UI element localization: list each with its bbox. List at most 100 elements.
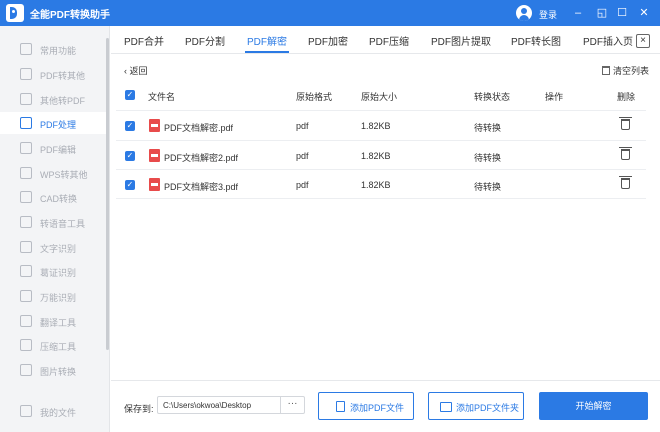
sidebar-item-translate[interactable]: 翻译工具 [0, 310, 106, 332]
close-button[interactable]: ✕ [636, 5, 652, 21]
row-checkbox[interactable]: ✓ [125, 151, 135, 161]
table-row[interactable]: ✓ PDF文档解密3.pdf pdf 1.82KB 待转换 [116, 169, 646, 199]
file-size: 1.82KB [361, 121, 391, 131]
sidebar: 常用功能 PDF转其他 其他转PDF PDF处理 PDF编辑 WPS转其他 CA… [0, 26, 110, 432]
file-status: 待转换 [474, 153, 502, 163]
app-logo-icon [6, 4, 24, 22]
restore-button[interactable]: ◱ [594, 5, 610, 21]
active-tab-indicator [245, 51, 289, 53]
file-format: pdf [296, 180, 309, 190]
sidebar-item-pdf-edit[interactable]: PDF编辑 [0, 137, 106, 159]
sidebar-item-ocr[interactable]: 文字识别 [0, 236, 106, 258]
trash-icon [602, 66, 610, 75]
sidebar-item-wps[interactable]: WPS转其他 [0, 162, 106, 184]
folder-icon [440, 402, 452, 412]
file-name: PDF文档解密3.pdf [164, 182, 239, 192]
start-decrypt-button[interactable]: 开始解密 [539, 392, 648, 420]
column-header-status: 转换状态 [474, 92, 511, 102]
sidebar-item-pdf-to-other[interactable]: PDF转其他 [0, 63, 106, 85]
text-recognition-icon [20, 241, 32, 253]
tab-pdf-merge[interactable]: PDF合并 [124, 33, 164, 48]
add-file-icon [336, 401, 345, 412]
column-header-size: 原始大小 [361, 92, 398, 102]
sidebar-item-label: 转语音工具 [40, 219, 86, 229]
column-header-format: 原始格式 [296, 92, 333, 102]
sidebar-item-label: CAD转换 [40, 194, 78, 204]
sidebar-item-label: 文字识别 [40, 244, 77, 254]
tab-pdf-to-long-image[interactable]: PDF转长图 [511, 33, 561, 48]
star-icon [20, 43, 32, 55]
delete-icon[interactable] [619, 117, 632, 130]
file-size: 1.82KB [361, 151, 391, 161]
title-bar: 全能PDF转换助手 登录 – ◱ ☐ ✕ [0, 0, 660, 26]
app-title: 全能PDF转换助手 [30, 10, 110, 21]
back-label: 返回 [129, 66, 148, 76]
file-name: PDF文档解密2.pdf [164, 153, 239, 163]
minimize-button[interactable]: – [570, 5, 586, 21]
sidebar-item-label: 我的文件 [40, 408, 77, 418]
pdf-file-icon [149, 119, 160, 132]
file-format: pdf [296, 121, 309, 131]
delete-icon[interactable] [619, 176, 632, 189]
pdf-process-icon [20, 117, 32, 129]
convert-icon [20, 68, 32, 80]
cad-icon [20, 191, 32, 203]
voice-icon [20, 216, 32, 228]
scan-icon [20, 290, 32, 302]
sidebar-item-label: 万能识别 [40, 293, 77, 303]
save-path-field[interactable]: C:\Users\okwoa\Desktop ··· [157, 396, 305, 414]
browse-button[interactable]: ··· [280, 397, 304, 413]
compress-icon [20, 339, 32, 351]
back-button[interactable]: ‹ 返回 [124, 64, 148, 77]
tab-pdf-split[interactable]: PDF分割 [185, 33, 225, 48]
clear-list-button[interactable]: 清空列表 [602, 64, 649, 77]
sidebar-item-label: 压缩工具 [40, 342, 77, 352]
sidebar-item-common[interactable]: 常用功能 [0, 38, 106, 60]
file-format: pdf [296, 151, 309, 161]
sidebar-item-compress[interactable]: 压缩工具 [0, 334, 106, 356]
tab-close-button[interactable]: × [636, 34, 650, 48]
tab-pdf-encrypt[interactable]: PDF加密 [308, 33, 348, 48]
id-card-icon [20, 265, 32, 277]
sidebar-scrollbar[interactable] [106, 38, 109, 350]
tab-pdf-insert-page[interactable]: PDF插入页 [583, 33, 633, 48]
folder-icon [20, 405, 32, 417]
add-pdf-file-button[interactable]: 添加PDF文件 [318, 392, 414, 420]
tab-pdf-compress[interactable]: PDF压缩 [369, 33, 409, 48]
clear-list-label: 清空列表 [613, 66, 650, 76]
sidebar-item-other-to-pdf[interactable]: 其他转PDF [0, 88, 106, 110]
translate-icon [20, 315, 32, 327]
pdf-file-icon [149, 149, 160, 162]
convert-icon [20, 93, 32, 105]
sidebar-item-id-recognition[interactable]: 葛证识别 [0, 260, 106, 282]
column-header-name: 文件名 [148, 92, 176, 102]
row-checkbox[interactable]: ✓ [125, 121, 135, 131]
sidebar-item-label: PDF处理 [40, 120, 77, 130]
sidebar-item-image-convert[interactable]: 图片转换 [0, 359, 106, 381]
login-link[interactable]: 登录 [539, 8, 557, 21]
sidebar-item-universal-recognition[interactable]: 万能识别 [0, 285, 106, 307]
edit-icon [20, 142, 32, 154]
maximize-button[interactable]: ☐ [614, 5, 630, 21]
select-all-checkbox[interactable]: ✓ [125, 90, 135, 100]
table-row[interactable]: ✓ PDF文档解密.pdf pdf 1.82KB 待转换 [116, 110, 646, 140]
sidebar-item-my-files[interactable]: 我的文件 [0, 400, 106, 422]
sidebar-item-voice[interactable]: 转语音工具 [0, 211, 106, 233]
tab-pdf-decrypt[interactable]: PDF解密 [247, 33, 287, 48]
sidebar-item-label: PDF编辑 [40, 145, 77, 155]
pdf-file-icon [149, 178, 160, 191]
chevron-left-icon: ‹ [124, 66, 127, 76]
delete-icon[interactable] [619, 147, 632, 160]
sidebar-item-pdf-process[interactable]: PDF处理 [0, 112, 106, 134]
tab-pdf-image-extract[interactable]: PDF图片提取 [431, 33, 491, 48]
sidebar-item-cad[interactable]: CAD转换 [0, 186, 106, 208]
save-to-label: 保存到: [124, 404, 154, 414]
add-pdf-folder-label: 添加PDF文件夹 [456, 403, 520, 413]
sidebar-item-label: PDF转其他 [40, 71, 86, 81]
table-row[interactable]: ✓ PDF文档解密2.pdf pdf 1.82KB 待转换 [116, 140, 646, 170]
sidebar-item-label: 其他转PDF [40, 96, 86, 106]
row-checkbox[interactable]: ✓ [125, 180, 135, 190]
column-header-delete: 删除 [617, 92, 636, 102]
user-avatar-icon[interactable] [516, 5, 532, 21]
add-pdf-folder-button[interactable]: 添加PDF文件夹 [428, 392, 524, 420]
